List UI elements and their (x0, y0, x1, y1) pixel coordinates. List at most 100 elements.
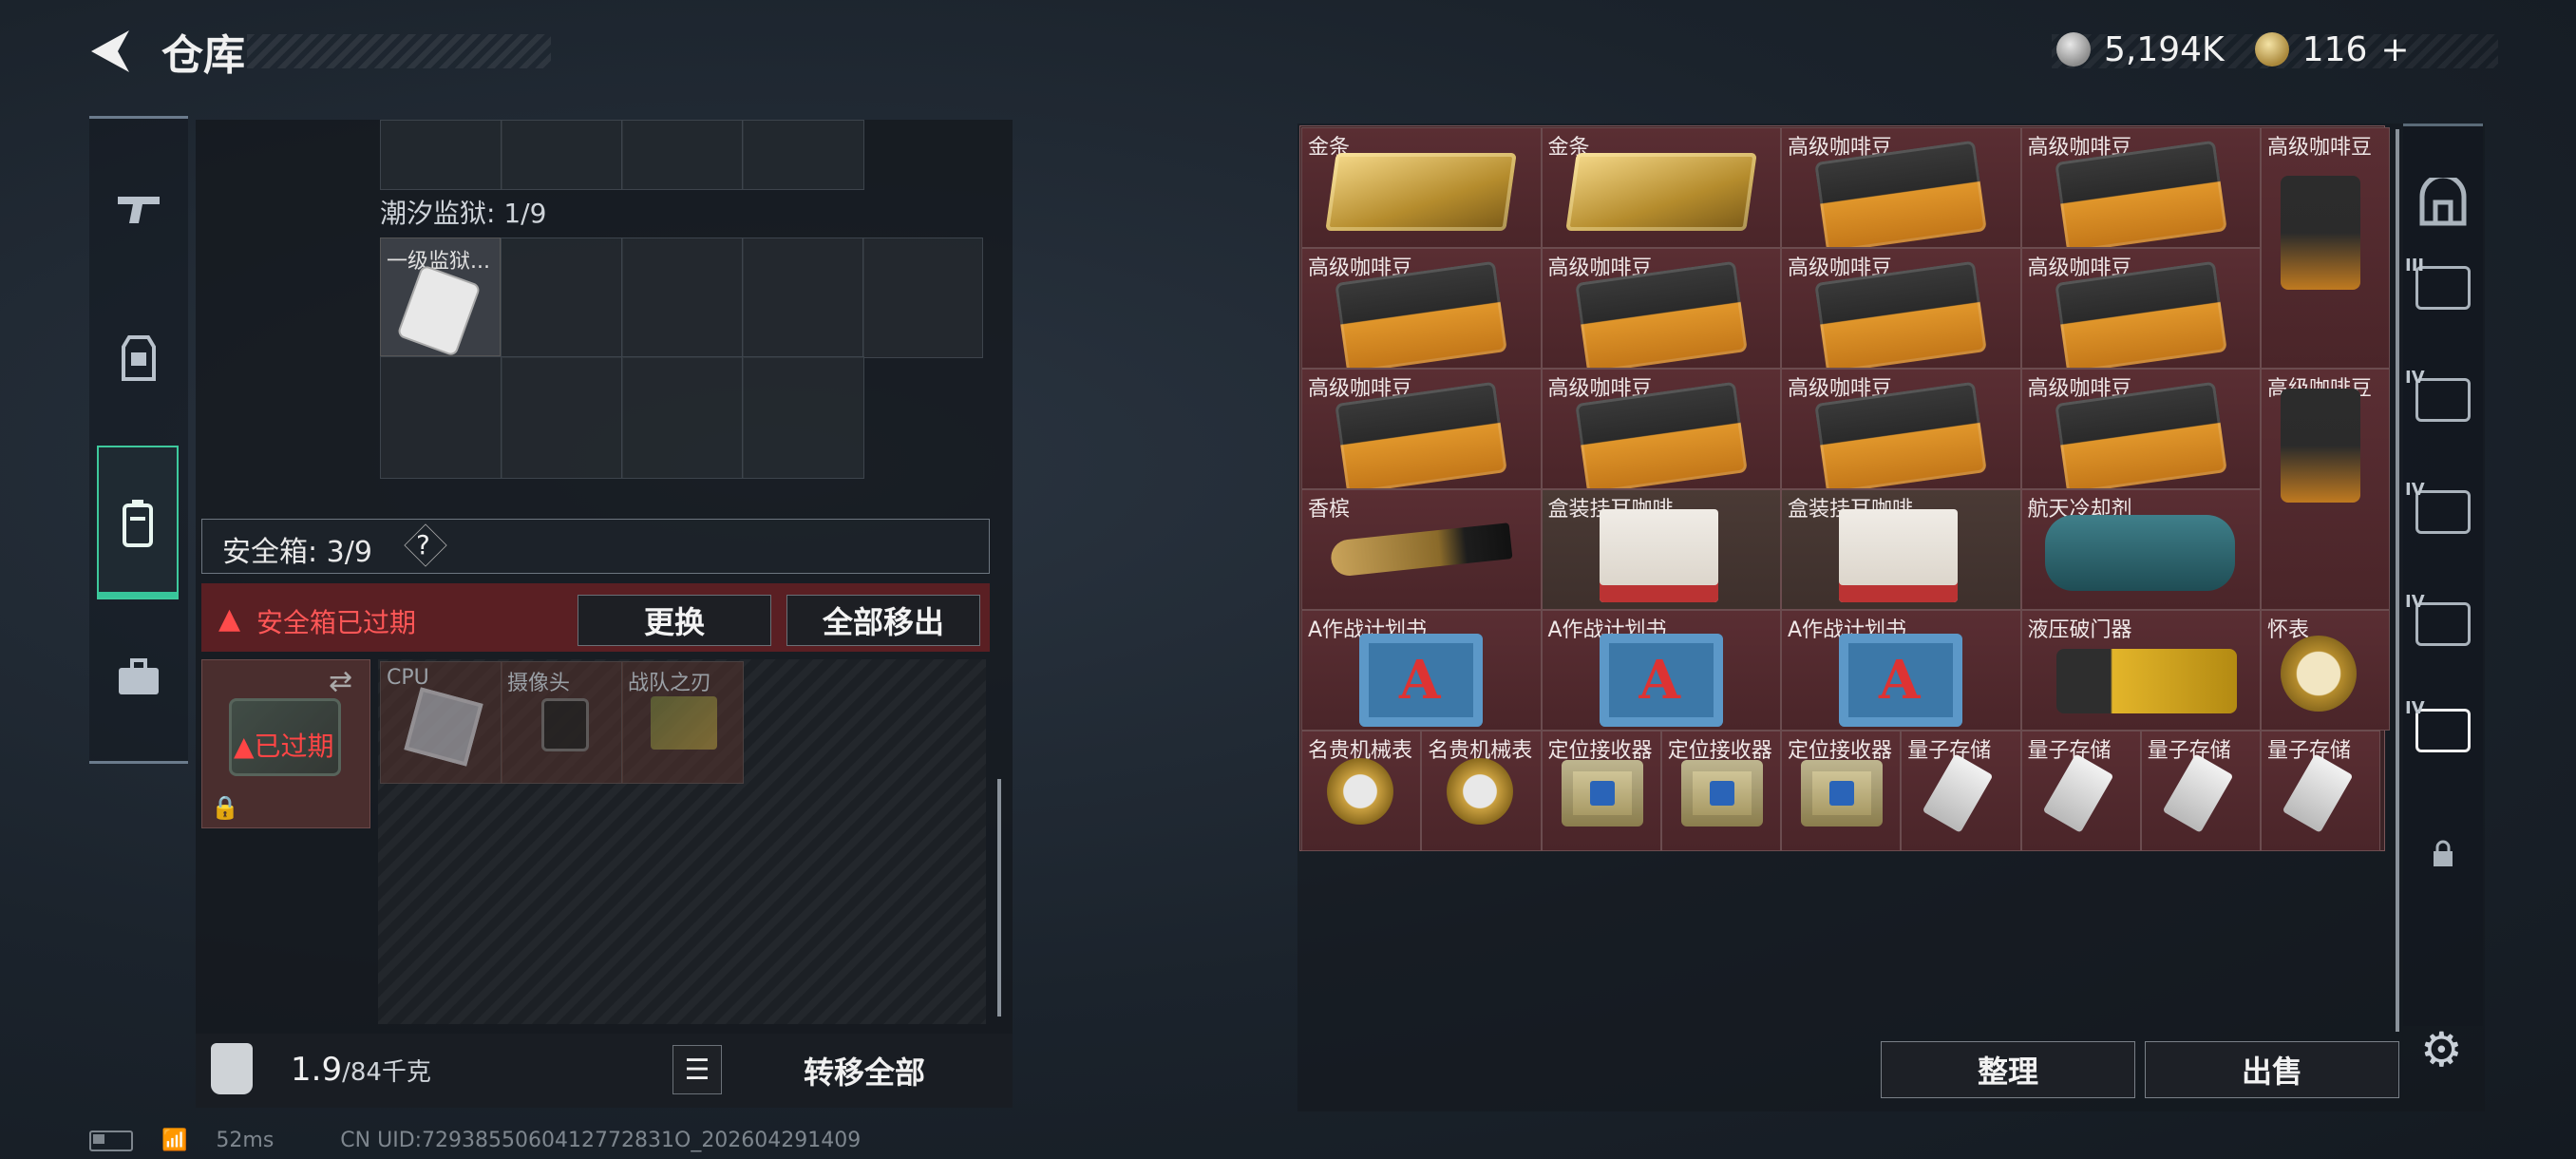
grid-cell[interactable] (742, 238, 864, 358)
grid-cell[interactable] (621, 238, 744, 358)
grid-cell[interactable] (742, 356, 864, 479)
nav-locked[interactable] (2403, 797, 2483, 911)
grid-cell[interactable] (501, 356, 623, 479)
nav-weapons[interactable] (89, 151, 188, 265)
move-all-out-button[interactable]: 全部移出 (786, 595, 980, 646)
left-scrollbar[interactable] (997, 779, 1001, 1016)
stash-item[interactable]: 金条 (1301, 127, 1542, 248)
stash-item[interactable]: 高级咖啡豆 (2261, 127, 2390, 369)
stash-item-label: 量子存储 (2267, 739, 2352, 763)
left-category-nav (89, 116, 188, 764)
transfer-all-button[interactable]: 转移全部 (741, 1041, 988, 1100)
stash-item[interactable]: 高级咖啡豆 (1301, 248, 1542, 369)
gold-bar-icon (1564, 153, 1757, 231)
plan-book-icon (1359, 634, 1483, 727)
replace-button[interactable]: 更换 (578, 595, 771, 646)
safebox-item-cpu[interactable]: CPU (380, 661, 502, 784)
safebox-capacity: 安全箱: 3/9 (222, 536, 372, 569)
grid-cell[interactable] (501, 120, 623, 190)
plan-book-icon (1599, 634, 1723, 727)
stash-item[interactable]: 液压破门器 (2020, 610, 2261, 731)
weight-icon (211, 1043, 253, 1094)
stash-item[interactable]: 香槟 (1301, 489, 1542, 610)
grid-cell[interactable] (862, 238, 983, 358)
stash-item[interactable]: 量子存储 (2140, 731, 2261, 851)
breacher-icon (2055, 649, 2237, 713)
stash-item[interactable]: 名贵机械表 (1421, 731, 1542, 851)
watch-icon (1327, 758, 1393, 825)
stash-item[interactable]: 航天冷却剂 (2020, 489, 2261, 610)
stash-item[interactable]: 高级咖啡豆 (2261, 369, 2390, 610)
back-arrow-icon[interactable] (85, 27, 135, 76)
stash-item[interactable]: 高级咖啡豆 (1541, 369, 1781, 489)
nav-container-3[interactable]: III (2403, 231, 2483, 345)
stash-item[interactable]: 定位接收器 (1660, 731, 1781, 851)
page-title: 仓库 (161, 31, 245, 80)
grid-cell[interactable] (621, 356, 744, 479)
nav-container-4a[interactable]: IV (2403, 343, 2483, 457)
sell-button[interactable]: 出售 (2145, 1041, 2399, 1098)
stash-item[interactable]: 量子存储 (1901, 731, 2021, 851)
sort-button[interactable]: 整理 (1881, 1041, 2135, 1098)
stash-item[interactable]: 怀表 (2261, 610, 2390, 731)
stash-item[interactable]: 名贵机械表 (1301, 731, 1422, 851)
stash-item[interactable]: 定位接收器 (1541, 731, 1661, 851)
camera-icon (541, 698, 589, 751)
title-decoration (247, 34, 551, 68)
weight-readout: 1.9/84千克 (291, 1051, 431, 1089)
stash-item[interactable]: 高级咖啡豆 (1781, 248, 2021, 369)
stash-item[interactable]: 量子存储 (2261, 731, 2381, 851)
stash-item[interactable]: 高级咖啡豆 (1301, 369, 1542, 489)
stash-item[interactable]: 高级咖啡豆 (2020, 127, 2261, 248)
safebox-item-camera[interactable]: 摄像头 (501, 661, 623, 784)
stash-item-label: 高级咖啡豆 (2267, 136, 2373, 160)
nav-backpack[interactable] (97, 446, 179, 599)
stash-item-label: 液压破门器 (2027, 618, 2132, 642)
nav-armor[interactable] (89, 301, 188, 415)
gear-icon[interactable]: ⚙ (2420, 1022, 2463, 1077)
stash-item[interactable]: 高级咖啡豆 (1781, 127, 2021, 248)
grid-cell[interactable] (380, 120, 502, 190)
gun-icon (118, 197, 160, 223)
stash-item[interactable]: 定位接收器 (1781, 731, 1902, 851)
keycard-icon (398, 266, 480, 355)
nav-container-4b[interactable]: IV (2403, 455, 2483, 569)
stash-item[interactable]: 金条 (1541, 127, 1781, 248)
grid-cell[interactable] (380, 356, 502, 479)
plan-book-icon (1839, 634, 1962, 727)
uid: CN UID:7293855060412772831O_202604291409 (340, 1129, 862, 1152)
receiver-icon (1561, 760, 1643, 826)
cpu-icon (404, 687, 483, 767)
ping: 52ms (216, 1129, 275, 1152)
box-coffee-icon (1839, 509, 1958, 602)
stash-item[interactable]: 高级咖啡豆 (2020, 248, 2261, 369)
stash-item[interactable]: 高级咖啡豆 (2020, 369, 2261, 489)
blade-icon (651, 696, 717, 750)
stash-item[interactable]: 量子存储 (2020, 731, 2141, 851)
help-icon[interactable]: ? (416, 529, 430, 560)
silver-amount: 5,194K (2104, 29, 2225, 69)
nav-case[interactable] (89, 620, 188, 734)
vault-icon (2419, 178, 2467, 226)
coffee-tall-icon (2281, 176, 2360, 290)
stash-item[interactable]: 盒装挂耳咖啡 (1781, 489, 2021, 610)
right-container-nav: III IV IV IV IV (2403, 124, 2483, 1026)
nav-container-4d[interactable]: IV (2403, 674, 2483, 788)
nav-container-4c[interactable]: IV (2403, 567, 2483, 681)
pocket-watch-icon (2281, 636, 2357, 712)
grid-cell[interactable] (501, 238, 623, 358)
grid-cell[interactable] (621, 120, 744, 190)
prison-keycard-item[interactable]: 一级监狱... (380, 238, 501, 356)
right-scrollbar[interactable] (2396, 129, 2399, 1032)
stash-item[interactable]: A作战计划书 (1781, 610, 2021, 731)
list-view-button[interactable]: ☰ (672, 1045, 722, 1094)
stash-item[interactable]: A作战计划书 (1301, 610, 1542, 731)
add-currency-button[interactable]: + (2380, 30, 2409, 69)
grid-cell[interactable] (742, 120, 864, 190)
stash-item[interactable]: A作战计划书 (1541, 610, 1781, 731)
stash-item[interactable]: 盒装挂耳咖啡 (1541, 489, 1781, 610)
swap-icon[interactable]: ⇄ (329, 665, 352, 698)
stash-item[interactable]: 高级咖啡豆 (1781, 369, 2021, 489)
safebox-item-blade[interactable]: 战队之刃 (621, 661, 744, 784)
stash-item[interactable]: 高级咖啡豆 (1541, 248, 1781, 369)
